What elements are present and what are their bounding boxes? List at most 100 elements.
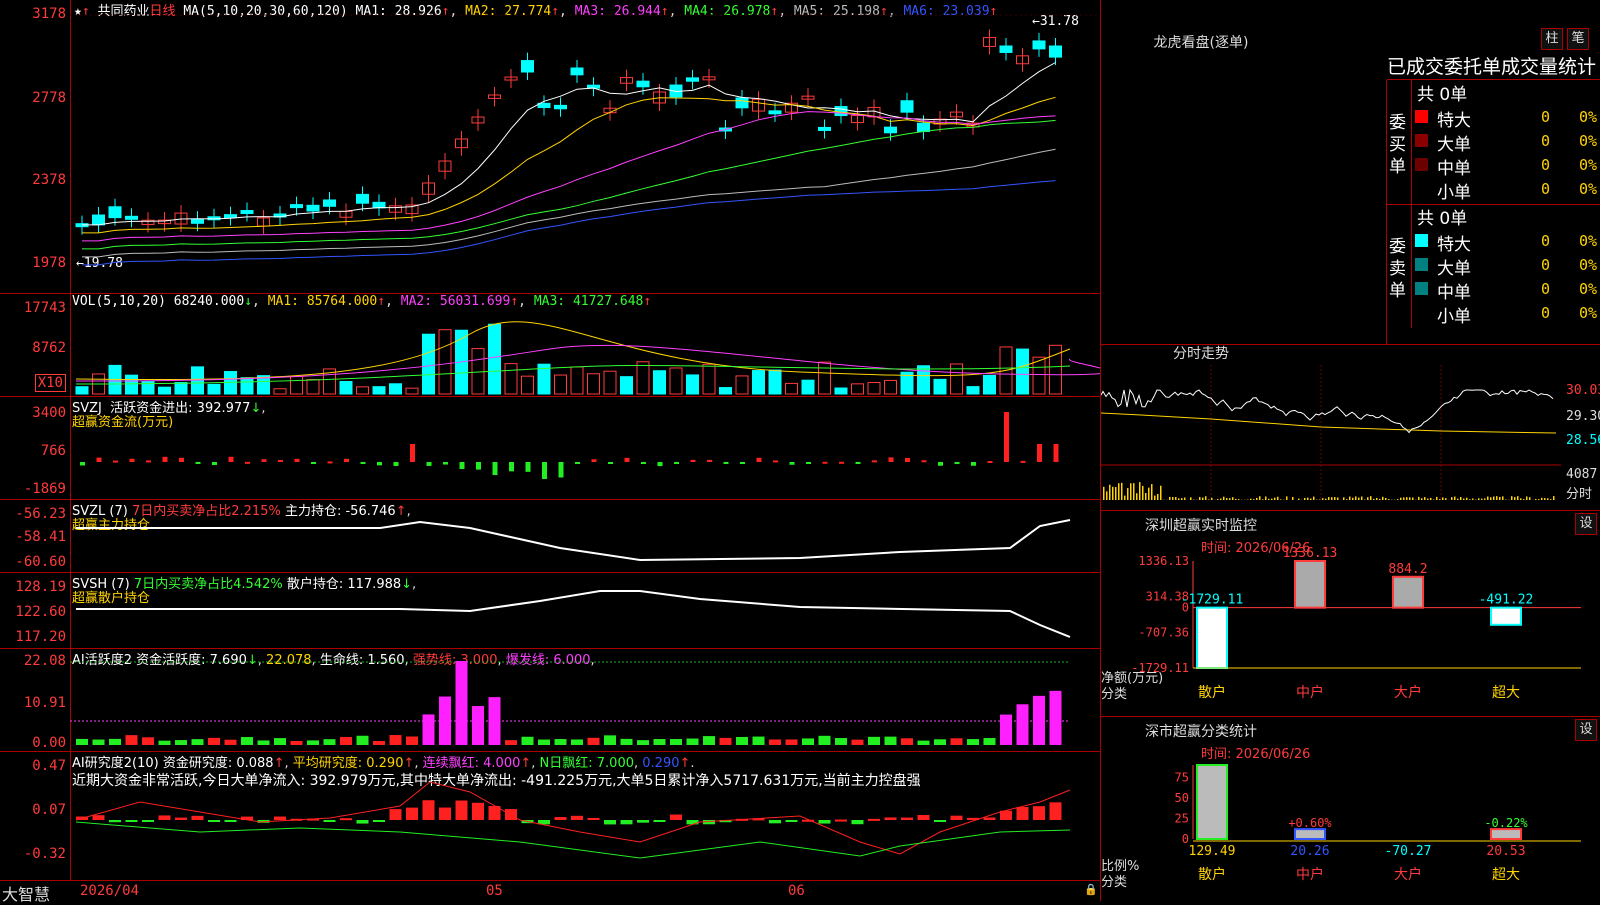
research-bar — [1033, 806, 1045, 820]
kline-panel[interactable]: 3178 2778 2378 1978 ★↑ 共同药业日线 MA(5,10,20… — [0, 0, 1100, 294]
svsh-panel[interactable]: 128.19 122.60 117.20 SVSH (7) 7日内买卖净占比4.… — [0, 573, 1100, 649]
monitor-category-label: 中户 — [1296, 684, 1324, 701]
dragon-panel[interactable]: 龙虎看盘(逐单) 柱 笔 已成交委托单成交量统计 委买单 共 0单 特大 0 0… — [1100, 0, 1600, 344]
flow-bar — [97, 458, 102, 462]
intra-vol-bar — [1355, 496, 1357, 500]
candle — [291, 205, 303, 208]
sell-row-label: 中单 — [1437, 278, 1471, 303]
ai-research-chart[interactable] — [0, 752, 1100, 880]
candle — [736, 98, 748, 108]
volume-bar — [753, 371, 765, 394]
sell-row: 特大 0 0% — [1415, 230, 1600, 252]
volume-bar — [637, 362, 649, 394]
volume-bar — [439, 330, 451, 394]
intra-vol-bar — [1238, 499, 1240, 500]
legend-swatch-icon — [1415, 234, 1428, 247]
active-bar — [555, 739, 567, 745]
volume-bar — [802, 380, 814, 394]
flow-bar — [361, 462, 366, 464]
sz-monitor-panel[interactable]: 深圳超赢实时监控 设 时间: 2026/06/26 净额(万元) 分类 1336… — [1100, 510, 1600, 716]
intra-vol-bar — [1160, 486, 1162, 500]
bar-mode-button[interactable]: 柱 — [1541, 28, 1563, 50]
volume-bar — [423, 334, 435, 394]
ai-research-panel[interactable]: 0.47 0.07 -0.32 AI研究度2(10) 资金研究度: 0.088↑… — [0, 752, 1100, 881]
flow-bar — [971, 462, 976, 466]
lock-icon[interactable]: 🔒 — [1084, 883, 1098, 896]
sz-stats-panel[interactable]: 深市超赢分类统计 设 时间: 2026/06/26 比例% 分类 7550250… — [1100, 716, 1600, 901]
stats-axis-tick: 75 — [1175, 770, 1189, 784]
research-bar — [225, 820, 237, 822]
pen-mode-button[interactable]: 笔 — [1567, 28, 1589, 50]
intraday-panel[interactable]: 分时走势 30.03 29.30 28.56 4087 分时 — [1100, 344, 1600, 510]
flow-bar — [740, 462, 745, 464]
monitor-axis-tick: -707.36 — [1138, 625, 1189, 639]
intra-vol-bar — [1400, 498, 1402, 500]
volume-bar — [390, 384, 402, 394]
intra-vol-bar — [1388, 499, 1390, 500]
svzj-panel[interactable]: 3400 766 -1869 SVZJ 活跃资金进出: 392.977↓, 超赢… — [0, 397, 1100, 500]
intra-vol-bar — [1232, 497, 1234, 500]
volume-bar — [934, 379, 946, 394]
active-bar — [588, 738, 600, 745]
sell-row: 中单 0 0% — [1415, 278, 1600, 300]
research-bar — [93, 815, 105, 820]
intra-vol-bar — [1370, 496, 1372, 500]
sz-monitor-chart[interactable]: 1336.13314.380-707.36-1729.11-1729.11散户1… — [1101, 511, 1600, 716]
svsh-chart[interactable] — [0, 573, 1100, 648]
intraday-chart[interactable] — [1101, 345, 1561, 510]
intraday-price: 28.56 — [1566, 433, 1600, 448]
intra-vol-bar — [1538, 499, 1540, 500]
volume-bar — [967, 387, 979, 394]
flow-bar — [955, 462, 960, 464]
intra-vol-bar — [1451, 497, 1453, 500]
svzl-panel[interactable]: -56.23 -58.41 -60.60 SVZL (7) 7日内买卖净占比2.… — [0, 500, 1100, 573]
sell-row-count: 0 — [1541, 232, 1550, 250]
intra-vol-bar — [1373, 499, 1375, 500]
ai-active-chart[interactable] — [0, 649, 1100, 751]
buy-row-label: 特大 — [1437, 106, 1471, 131]
flow-bar — [394, 462, 399, 466]
volume-bar — [241, 378, 253, 394]
intraday-price: 30.03 — [1566, 383, 1600, 398]
intra-vol-bar — [1337, 497, 1339, 500]
active-bar — [885, 737, 897, 745]
volume-bar — [720, 388, 732, 394]
volume-bar — [307, 380, 319, 394]
ai-active-panel[interactable]: 22.08 10.91 0.00 AI活跃度2 资金活跃度: 7.690↓, 2… — [0, 649, 1100, 752]
volume-panel[interactable]: 17743 8762 X10 VOL(5,10,20) 68240.000↓, … — [0, 294, 1100, 397]
active-bar — [753, 737, 765, 745]
intra-vol-bar — [1184, 498, 1186, 500]
intra-vol-bar — [1457, 499, 1459, 500]
intraday-vol-label: 分时 — [1566, 483, 1592, 502]
intra-vol-bar — [1412, 498, 1414, 500]
intra-vol-bar — [1487, 496, 1489, 500]
sz-stats-chart[interactable]: 7550250+0.60%-0.22%129.49散户20.26中户-70.27… — [1101, 717, 1600, 901]
intra-vol-bar — [1358, 498, 1360, 500]
buy-row-label: 中单 — [1437, 154, 1471, 179]
volume-bar — [819, 362, 831, 394]
volume-bar — [868, 382, 880, 394]
intra-vol-bar — [1367, 497, 1369, 500]
active-bar — [901, 738, 913, 745]
intra-vol-bar — [1442, 497, 1444, 500]
intra-vol-bar — [1172, 497, 1174, 500]
flow-bar — [146, 460, 151, 462]
research-bar — [423, 800, 435, 820]
flow-bar — [938, 462, 943, 466]
svzl-chart[interactable] — [0, 500, 1100, 572]
svzj-chart[interactable] — [0, 397, 1100, 499]
volume-chart[interactable] — [0, 294, 1100, 396]
monitor-bar — [1295, 561, 1325, 608]
intra-vol-bar — [1202, 498, 1204, 500]
kline-chart[interactable] — [0, 0, 1100, 293]
ma-line — [82, 149, 1056, 257]
intra-vol-bar — [1460, 497, 1462, 500]
flow-bar — [328, 461, 333, 463]
research-bar — [670, 815, 682, 820]
date-tick: 06 — [788, 883, 805, 899]
active-bar — [720, 738, 732, 745]
flow-bar — [278, 460, 283, 462]
research-bar — [456, 801, 468, 820]
sell-label: 委卖单 — [1389, 236, 1409, 302]
sell-section: 委卖单 共 0单 特大 0 0% 大单 0 0% 中单 0 0% 小单 0 0% — [1387, 204, 1600, 328]
